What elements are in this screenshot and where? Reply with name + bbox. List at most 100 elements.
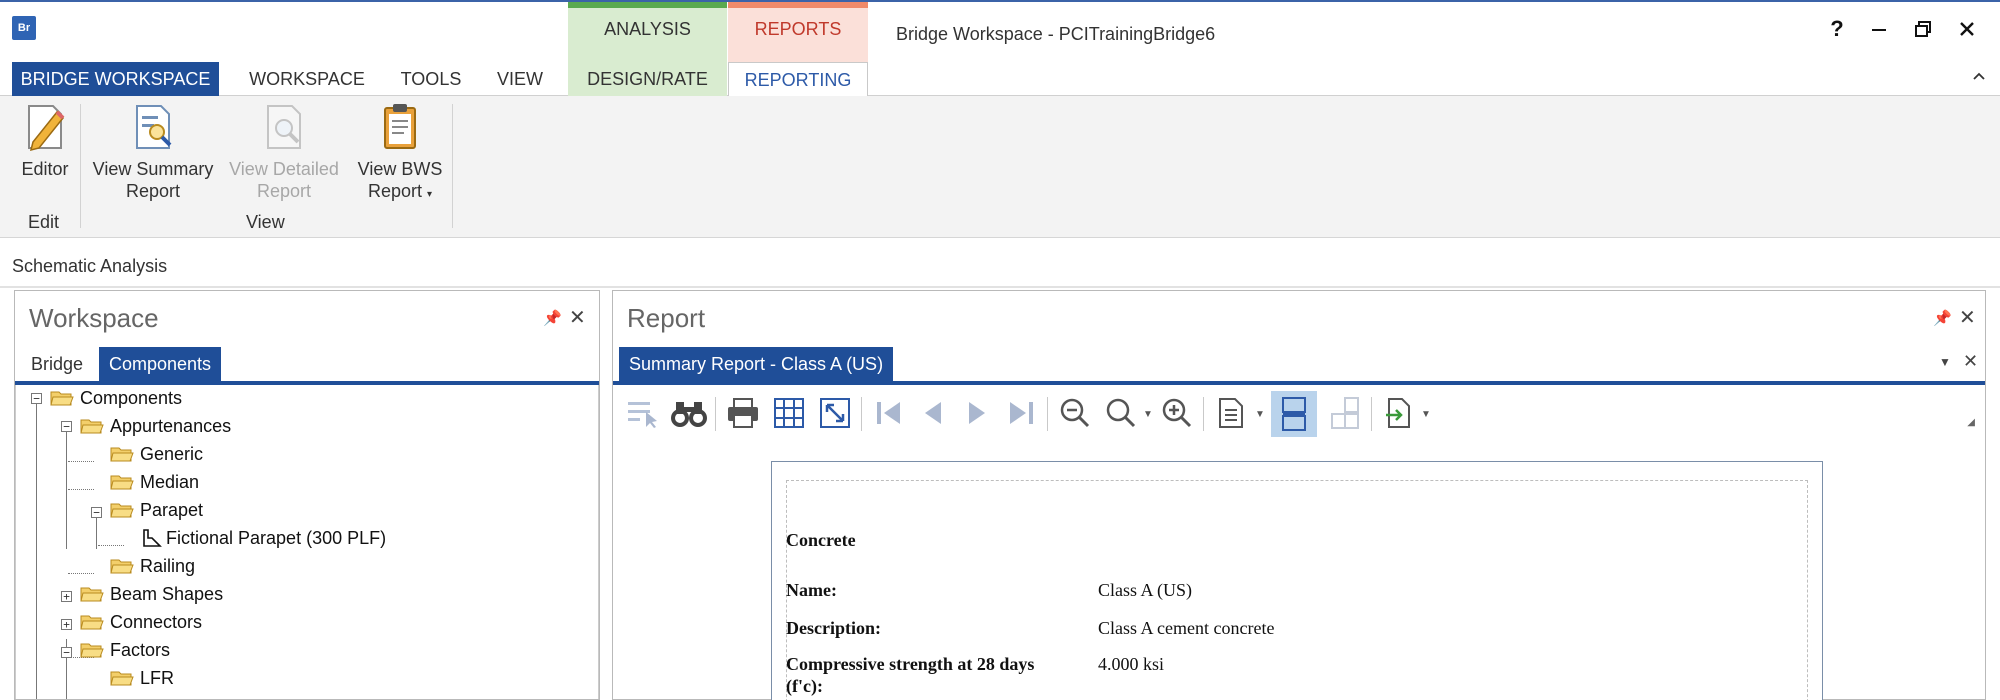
workspace-panel: Workspace 📌 ✕ Bridge Components − − − + … [14, 290, 600, 700]
parapet-shape-icon [143, 529, 162, 547]
folder-open-icon [50, 391, 74, 406]
export-dropdown-icon[interactable]: ▼ [1421, 409, 1431, 420]
tab-list-dropdown-icon[interactable]: ▼ [1939, 355, 1951, 369]
first-page-icon[interactable] [869, 393, 909, 433]
folder-open-icon [110, 503, 134, 518]
previous-page-icon[interactable] [913, 393, 953, 433]
next-page-icon[interactable] [957, 393, 997, 433]
tab-tools[interactable]: TOOLS [386, 62, 476, 96]
collapse-components[interactable]: − [31, 393, 42, 404]
collapse-factors[interactable]: − [61, 647, 72, 658]
tree-node-components[interactable]: Components [50, 385, 182, 411]
folder-open-icon [110, 475, 134, 490]
view-bws-report-button[interactable]: View BWS Report ▾ [350, 102, 450, 206]
ribbon-tab-row: BRIDGE WORKSPACE WORKSPACE TOOLS VIEW DE… [0, 62, 2000, 97]
tree-node-appurtenances[interactable]: Appurtenances [80, 413, 231, 439]
folder-open-icon [110, 559, 134, 574]
export-icon[interactable] [1379, 393, 1419, 433]
tree-node-fictional-parapet[interactable]: Fictional Parapet (300 PLF) [140, 525, 386, 551]
report-label-name: Name: [786, 580, 837, 600]
tree-node-parapet[interactable]: Parapet [110, 497, 203, 523]
view-bws-label-2: Report ▾ [367, 181, 433, 201]
tab-reporting[interactable]: REPORTING [728, 62, 868, 97]
collapse-appurtenances[interactable]: − [61, 421, 72, 432]
tab-components[interactable]: Components [99, 347, 222, 381]
find-binoculars-icon[interactable] [669, 393, 709, 433]
expand-beam-shapes[interactable]: + [61, 591, 72, 602]
restore-button[interactable] [1906, 14, 1940, 44]
minimize-icon [1872, 29, 1886, 31]
report-label-description: Description: [786, 618, 881, 638]
report-label-compressive-strength-2: (f'c): [786, 676, 823, 696]
report-title: Report [627, 303, 706, 333]
view-summary-label-2: Report [125, 181, 181, 201]
multi-page-view-icon[interactable] [1325, 393, 1365, 433]
zoom-out-icon[interactable] [1055, 393, 1095, 433]
close-icon [1960, 22, 1974, 36]
editor-button[interactable]: Editor [14, 102, 76, 180]
tree-node-generic[interactable]: Generic [110, 441, 203, 467]
page-view-dropdown-icon[interactable]: ▼ [1255, 409, 1265, 420]
report-page: Concrete Name: Class A (US) Description:… [771, 461, 1823, 700]
tree-node-median[interactable]: Median [110, 469, 199, 495]
continuous-view-icon[interactable] [1271, 391, 1317, 437]
tab-bridge[interactable]: Bridge [21, 347, 99, 381]
expand-connectors[interactable]: + [61, 619, 72, 630]
view-detailed-label-1: View Detailed [229, 159, 339, 179]
editor-icon [28, 105, 65, 152]
tree-node-lfr[interactable]: LFR [110, 665, 174, 691]
view-summary-report-button[interactable]: View Summary Report [86, 102, 220, 202]
tab-bridge-workspace[interactable]: BRIDGE WORKSPACE [12, 62, 219, 96]
select-pointer-icon[interactable] [623, 393, 663, 433]
app-logo-icon: Br [12, 16, 36, 40]
tree-node-beam-shapes[interactable]: Beam Shapes [80, 581, 223, 607]
fit-page-icon[interactable] [815, 393, 855, 433]
minimize-button[interactable] [1862, 14, 1896, 44]
chevron-up-icon [1973, 72, 1985, 80]
folder-open-icon [110, 671, 134, 686]
restore-icon [1915, 21, 1931, 37]
tab-workspace[interactable]: WORKSPACE [232, 62, 382, 96]
folder-open-icon [110, 447, 134, 462]
collapse-ribbon-button[interactable] [1972, 68, 1986, 86]
zoom-in-icon[interactable] [1157, 393, 1197, 433]
zoom-icon[interactable] [1101, 393, 1141, 433]
close-button[interactable] [1950, 14, 1984, 44]
zoom-dropdown-icon[interactable]: ▼ [1143, 409, 1153, 420]
view-group-label: View [246, 212, 285, 232]
reports-context-label: REPORTS [754, 18, 842, 39]
folder-open-icon [80, 587, 104, 602]
print-icon[interactable] [723, 393, 763, 433]
folder-open-icon [80, 615, 104, 630]
tree-node-factors[interactable]: Factors [80, 637, 170, 663]
pin-icon[interactable]: 📌 [543, 309, 562, 327]
last-page-icon[interactable] [1001, 393, 1041, 433]
page-setup-grid-icon[interactable] [769, 393, 809, 433]
folder-open-icon [80, 643, 104, 658]
tree-node-connectors[interactable]: Connectors [80, 609, 202, 635]
close-panel-icon[interactable]: ✕ [569, 305, 586, 330]
workspace-title: Workspace [29, 303, 159, 333]
summary-report-icon [136, 105, 172, 149]
schematic-analysis-bar[interactable]: Schematic Analysis [12, 256, 167, 277]
analysis-context-group: ANALYSIS [568, 2, 727, 64]
close-panel-icon[interactable]: ✕ [1959, 305, 1976, 330]
analysis-context-label: ANALYSIS [604, 18, 691, 39]
report-value-compressive-strength: 4.000 ksi [1098, 654, 1165, 674]
report-toolbar: ▼ ▼ ▼ ◢ [613, 385, 1985, 443]
help-button[interactable]: ? [1820, 14, 1854, 44]
reports-context-group: REPORTS [728, 2, 868, 64]
view-detailed-report-button[interactable]: View Detailed Report [222, 102, 346, 202]
single-page-view-icon[interactable] [1211, 393, 1251, 433]
view-bws-label-1: View BWS [357, 159, 443, 179]
tab-summary-report[interactable]: Summary Report - Class A (US) [619, 347, 894, 381]
report-label-compressive-strength: Compressive strength at 28 days [786, 654, 1035, 674]
pin-icon[interactable]: 📌 [1933, 309, 1952, 327]
report-panel: Report 📌 ✕ Summary Report - Class A (US)… [612, 290, 1986, 700]
tree-node-railing[interactable]: Railing [110, 553, 195, 579]
collapse-parapet[interactable]: − [91, 507, 102, 518]
tab-view[interactable]: VIEW [480, 62, 560, 96]
tab-design-rate[interactable]: DESIGN/RATE [568, 62, 727, 96]
report-value-name: Class A (US) [1098, 580, 1193, 600]
close-tab-icon[interactable]: ✕ [1963, 351, 1978, 372]
